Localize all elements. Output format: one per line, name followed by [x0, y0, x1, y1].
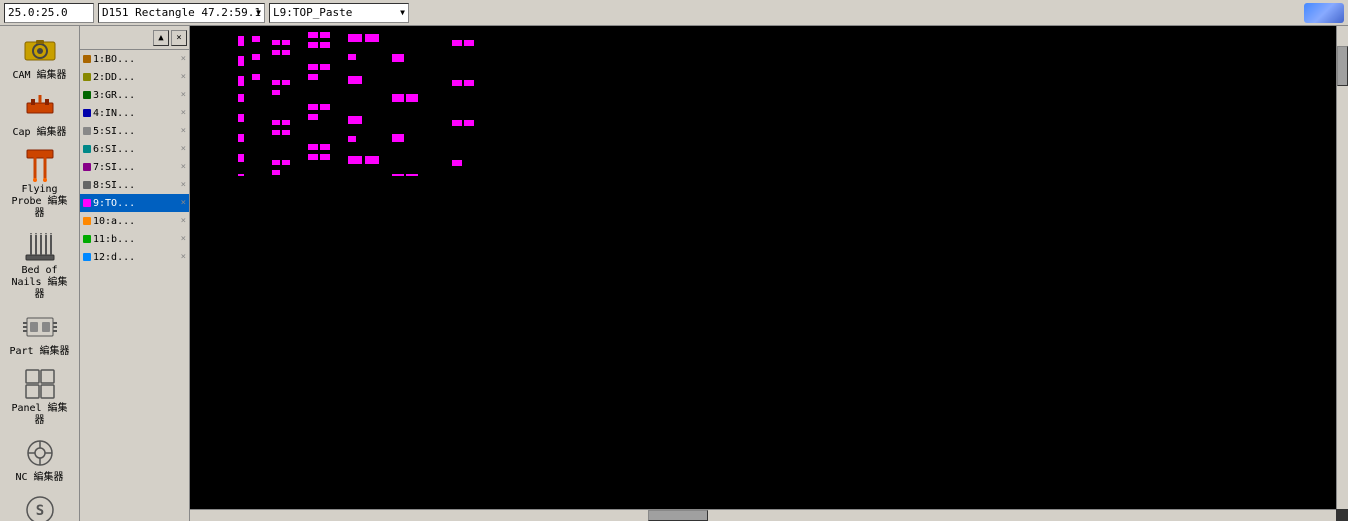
layer-item-10[interactable]: 10:a...× — [80, 212, 189, 230]
scroll-thumb-bottom[interactable] — [648, 510, 708, 521]
layer-panel: ▲ × 1:BO...×2:DD...×3:GR...×4:IN...×5:SI… — [80, 26, 190, 521]
layer-list: 1:BO...×2:DD...×3:GR...×4:IN...×5:SI...×… — [80, 50, 189, 521]
layer-dropdown[interactable]: L9:TOP_Paste — [269, 3, 409, 23]
layer-item-7[interactable]: 7:SI...× — [80, 158, 189, 176]
layer-color — [83, 91, 91, 99]
layer-color — [83, 73, 91, 81]
layer-close[interactable]: × — [181, 252, 186, 262]
layer-close[interactable]: × — [181, 144, 186, 154]
sidebar-bon-label: Bed of Nails 編集器 — [7, 265, 73, 301]
scroll-thumb-right[interactable] — [1337, 46, 1348, 86]
layer-panel-header: ▲ × — [80, 26, 189, 50]
sidebar-item-panel[interactable]: Panel 編集器 — [4, 363, 76, 430]
layer-name: 3:GR... — [93, 90, 179, 101]
svg-text:S: S — [35, 503, 43, 519]
layer-item-12[interactable]: 12:d...× — [80, 248, 189, 266]
top-toolbar: 25.0:25.0 D151 Rectangle 47.2:59.1 L9:TO… — [0, 0, 1348, 26]
layer-color — [83, 217, 91, 225]
sidebar-fp-label: Flying Probe 編集器 — [7, 184, 73, 220]
app-logo — [1304, 3, 1344, 23]
layer-name: 12:d... — [93, 252, 179, 263]
layer-item-11[interactable]: 11:b...× — [80, 230, 189, 248]
sidebar-panel-label: Panel 編集器 — [7, 403, 73, 427]
scrollbar-bottom[interactable] — [190, 509, 1336, 521]
coord-display: 25.0:25.0 — [4, 3, 94, 23]
layer-close[interactable]: × — [181, 90, 186, 100]
layer-panel-btn2[interactable]: × — [171, 30, 187, 46]
symbol-icon: S — [22, 492, 58, 521]
sidebar-item-symbol[interactable]: S Symbol 編集器 — [4, 489, 76, 521]
panel-icon — [22, 366, 58, 402]
layer-close[interactable]: × — [181, 108, 186, 118]
layer-item-3[interactable]: 3:GR...× — [80, 86, 189, 104]
layer-name: 11:b... — [93, 234, 179, 245]
layer-color — [83, 235, 91, 243]
layer-name: 4:IN... — [93, 108, 179, 119]
layer-name: 10:a... — [93, 216, 179, 227]
sidebar-item-flying-probe[interactable]: Flying Probe 編集器 — [4, 144, 76, 223]
layer-close[interactable]: × — [181, 198, 186, 208]
layer-close[interactable]: × — [181, 234, 186, 244]
layer-item-6[interactable]: 6:SI...× — [80, 140, 189, 158]
layer-close[interactable]: × — [181, 180, 186, 190]
layer-name: 6:SI... — [93, 144, 179, 155]
layer-color — [83, 199, 91, 207]
sidebar-cap-label: Cap 編集器 — [12, 127, 66, 139]
layer-item-2[interactable]: 2:DD...× — [80, 68, 189, 86]
layer-color — [83, 109, 91, 117]
layer-color — [83, 127, 91, 135]
sidebar-item-cap[interactable]: Cap 編集器 — [4, 87, 76, 142]
layer-close[interactable]: × — [181, 126, 186, 136]
layer-name: 1:BO... — [93, 54, 179, 65]
layer-color — [83, 145, 91, 153]
layer-name: 7:SI... — [93, 162, 179, 173]
layer-panel-btn1[interactable]: ▲ — [153, 30, 169, 46]
layer-name: 5:SI... — [93, 126, 179, 137]
cam-icon — [22, 33, 58, 69]
sidebar-item-part[interactable]: Part 編集器 — [4, 306, 76, 361]
layer-item-5[interactable]: 5:SI...× — [80, 122, 189, 140]
layer-color — [83, 253, 91, 261]
layer-close[interactable]: × — [181, 162, 186, 172]
layer-color — [83, 181, 91, 189]
layer-close[interactable]: × — [181, 54, 186, 64]
layer-item-9[interactable]: 9:TO...× — [80, 194, 189, 212]
sidebar-cam-label: CAM 編集器 — [12, 70, 66, 82]
layer-name: 8:SI... — [93, 180, 179, 191]
layer-item-8[interactable]: 8:SI...× — [80, 176, 189, 194]
layer-color — [83, 55, 91, 63]
cap-icon — [22, 90, 58, 126]
nc-icon — [22, 435, 58, 471]
layer-name: 2:DD... — [93, 72, 179, 83]
sidebar-item-nc[interactable]: NC 編集器 — [4, 432, 76, 487]
layer-item-1[interactable]: 1:BO...× — [80, 50, 189, 68]
layer-close[interactable]: × — [181, 216, 186, 226]
sidebar-nc-label: NC 編集器 — [15, 472, 63, 484]
scrollbar-right[interactable] — [1336, 26, 1348, 509]
sidebar-part-label: Part 編集器 — [9, 346, 69, 358]
sidebar-item-bed-of-nails[interactable]: Bed of Nails 編集器 — [4, 225, 76, 304]
part-icon — [22, 309, 58, 345]
layer-color — [83, 163, 91, 171]
left-sidebar: CAM 編集器 Cap 編集器 Flying Probe 編集器 — [0, 26, 80, 521]
component-dropdown[interactable]: D151 Rectangle 47.2:59.1 — [98, 3, 265, 23]
flying-probe-icon — [22, 147, 58, 183]
layer-name: 9:TO... — [93, 198, 179, 209]
layer-close[interactable]: × — [181, 72, 186, 82]
sidebar-item-cam[interactable]: CAM 編集器 — [4, 30, 76, 85]
layer-item-4[interactable]: 4:IN...× — [80, 104, 189, 122]
bed-of-nails-icon — [22, 228, 58, 264]
main-canvas[interactable] — [190, 26, 1336, 509]
pcb-svg — [190, 26, 490, 176]
